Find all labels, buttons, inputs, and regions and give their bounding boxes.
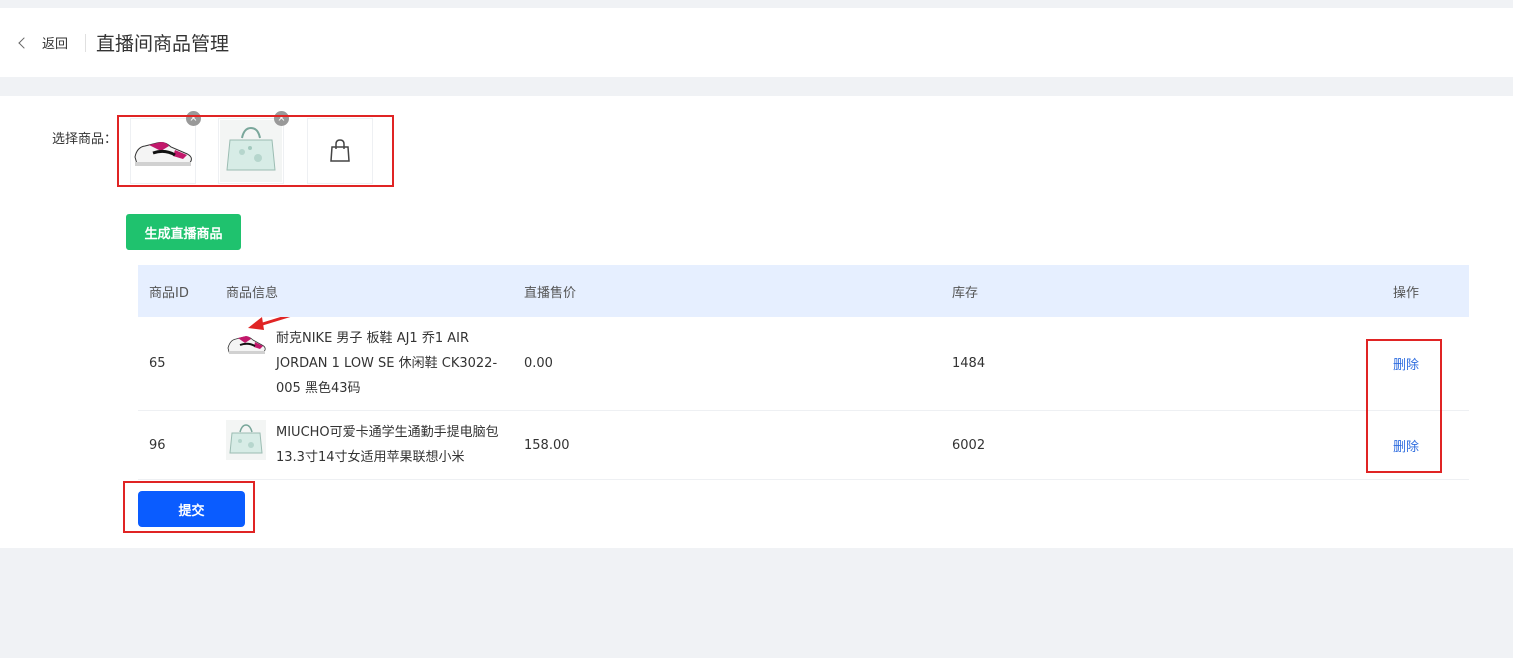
table-header: 商品ID 商品信息 直播售价 库存 操作: [138, 265, 1469, 317]
header-action: 操作: [1392, 285, 1419, 301]
cell-stock: 1484: [952, 356, 986, 371]
header-divider: [85, 33, 87, 52]
back-label: 返回: [42, 37, 69, 52]
cell-info: MIUCHO可爱卡通学生通勤手提电脑包13.3寸14寸女适用苹果联想小米: [226, 420, 524, 470]
header-info: 商品信息: [226, 285, 279, 301]
product-image: [227, 336, 266, 354]
page-title: 直播间商品管理: [96, 33, 230, 55]
back-button[interactable]: 返回: [18, 33, 69, 52]
page-header: 返回 直播间商品管理: [0, 8, 1513, 77]
live-products-table: 商品ID 商品信息 直播售价 库存 操作 65 耐克NIKE 男子 板鞋 AJ1…: [138, 265, 1469, 480]
cell-id: 65: [149, 356, 166, 371]
product-title: MIUCHO可爱卡通学生通勤手提电脑包13.3寸14寸女适用苹果联想小米: [276, 425, 499, 465]
highlight-selected-products: [117, 115, 394, 187]
select-products-label: 选择商品：: [52, 132, 118, 147]
cell-price: 0.00: [524, 356, 553, 371]
cell-price: 158.00: [524, 437, 570, 453]
header-id: 商品ID: [149, 285, 189, 301]
main-panel: 选择商品： × × 生成直播商品 商品ID 商品信息 直播售价 库存 操作 65…: [0, 96, 1513, 548]
generate-live-products-button[interactable]: 生成直播商品: [126, 214, 241, 250]
table-row: 96 MIUCHO可爱卡通学生通勤手提电脑包13.3寸14寸女适用苹果联想小米 …: [138, 411, 1469, 480]
chevron-left-icon: [18, 36, 30, 49]
header-stock: 库存: [952, 285, 979, 301]
cell-id: 96: [149, 437, 166, 453]
product-title: 耐克NIKE 男子 板鞋 AJ1 乔1 AIR JORDAN 1 LOW SE …: [276, 331, 498, 396]
product-image: [226, 420, 266, 460]
table-row: 65 耐克NIKE 男子 板鞋 AJ1 乔1 AIR JORDAN 1 LOW …: [138, 317, 1469, 411]
header-price: 直播售价: [524, 285, 577, 301]
cell-info: 耐克NIKE 男子 板鞋 AJ1 乔1 AIR JORDAN 1 LOW SE …: [226, 326, 524, 401]
highlight-delete-actions: [1366, 339, 1442, 473]
cell-stock: 6002: [952, 437, 986, 453]
highlight-submit: [123, 481, 255, 533]
